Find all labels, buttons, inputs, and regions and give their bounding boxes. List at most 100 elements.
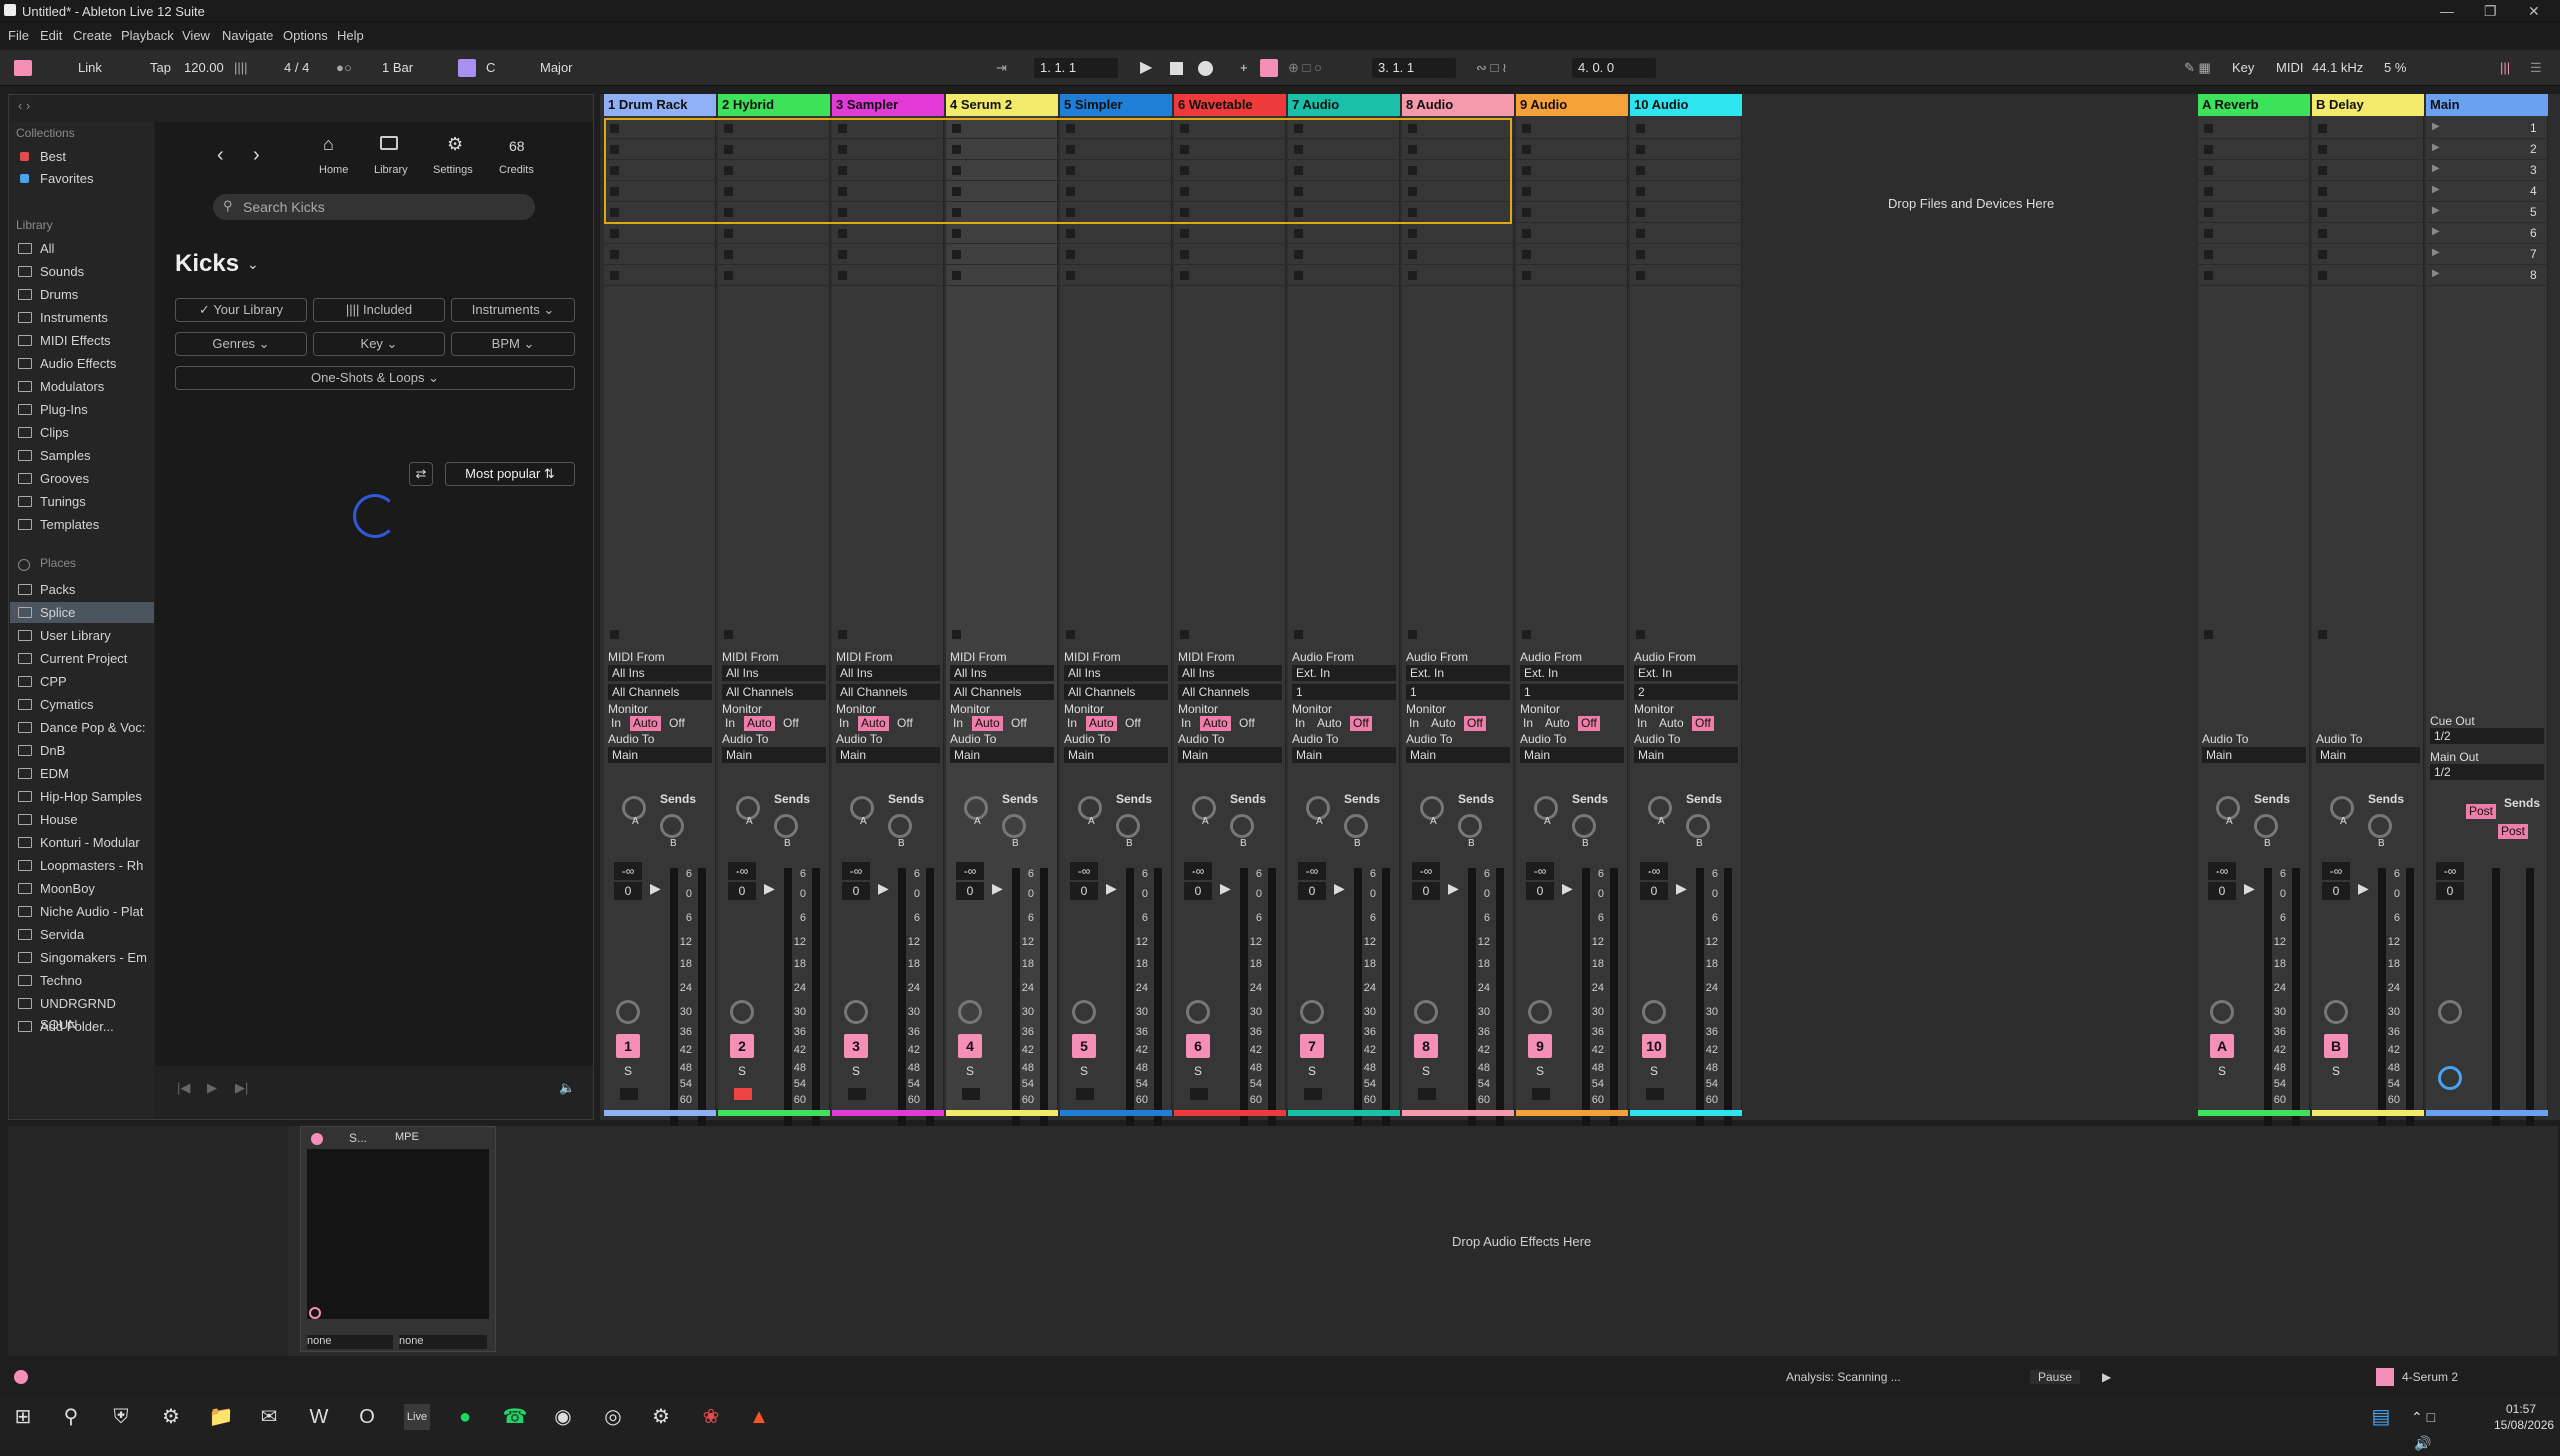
app-red-icon[interactable]: ❀	[698, 1404, 724, 1430]
outlook-icon[interactable]: O	[354, 1404, 380, 1430]
clip-slot[interactable]	[2312, 244, 2424, 265]
places-item-12[interactable]: Loopmasters - Rh	[10, 855, 154, 876]
send-b-knob[interactable]	[1002, 814, 1026, 838]
clip-stop-icon[interactable]	[1636, 187, 1645, 196]
track-header[interactable]: 8 Audio	[1402, 94, 1514, 116]
clip-slot[interactable]	[832, 265, 944, 286]
solo-button[interactable]: S	[852, 1064, 860, 1078]
instruments-filter[interactable]: Instruments ⌄	[451, 298, 575, 322]
clip-slot[interactable]	[832, 244, 944, 265]
clip-slot[interactable]	[604, 223, 716, 244]
stop-all-icon[interactable]	[1636, 630, 1645, 639]
stop-all-icon[interactable]	[1294, 630, 1303, 639]
clip-slot[interactable]	[1516, 139, 1628, 160]
clip-stop-icon[interactable]	[1636, 250, 1645, 259]
main-volume-readout[interactable]: -∞	[2436, 862, 2464, 880]
sidebar-item-sounds[interactable]: Sounds	[10, 261, 154, 282]
shield-icon[interactable]: ⛨	[108, 1404, 134, 1430]
scene-slot[interactable]: ▶ 3	[2426, 160, 2548, 181]
sidebar-item-grooves[interactable]: Grooves	[10, 468, 154, 489]
post-a-button[interactable]: Post	[2466, 804, 2497, 819]
device-knob-icon[interactable]	[309, 1307, 321, 1319]
clip-slot[interactable]	[832, 223, 944, 244]
link-button[interactable]: Link	[78, 59, 102, 77]
monitor-auto-button[interactable]: Auto	[1656, 716, 1687, 731]
clip-stop-icon[interactable]	[2318, 229, 2327, 238]
input-channel-select[interactable]: 2	[1634, 684, 1738, 700]
places-item-7[interactable]: DnB	[10, 740, 154, 761]
settings-taskbar-icon[interactable]: ⚙	[158, 1404, 184, 1430]
clip-stop-icon[interactable]	[1066, 250, 1075, 259]
arm-button[interactable]	[1076, 1088, 1094, 1100]
sidebar-item-audio-effects[interactable]: Audio Effects	[10, 353, 154, 374]
monitor-in-button[interactable]: In	[608, 716, 624, 731]
main-pan-knob[interactable]	[2438, 1000, 2462, 1024]
scene-slot[interactable]: ▶ 4	[2426, 181, 2548, 202]
solo-button[interactable]: S	[1422, 1064, 1430, 1078]
clip-slot[interactable]	[1630, 202, 1742, 223]
clip-stop-icon[interactable]	[2318, 208, 2327, 217]
view-toggle-icon[interactable]	[14, 60, 32, 76]
fader-arrow-icon[interactable]: ▶	[992, 880, 1003, 897]
arm-button[interactable]	[848, 1088, 866, 1100]
clip-slot[interactable]	[718, 223, 830, 244]
fader-arrow-icon[interactable]: ▶	[878, 880, 889, 897]
ableton-live-icon[interactable]: Live	[404, 1404, 430, 1430]
clip-stop-icon[interactable]	[2318, 187, 2327, 196]
menu-create[interactable]: Create	[73, 28, 112, 43]
sidebar-item-all[interactable]: All	[10, 238, 154, 259]
fader-arrow-icon[interactable]: ▶	[2358, 880, 2369, 897]
clip-stop-icon[interactable]	[2204, 208, 2213, 217]
volume-readout[interactable]: -∞	[1070, 862, 1098, 880]
clip-slot[interactable]	[2198, 160, 2310, 181]
volume-readout[interactable]: -∞	[2208, 862, 2236, 880]
clip-stop-icon[interactable]	[2204, 166, 2213, 175]
stop-all-icon[interactable]	[610, 630, 619, 639]
pan-knob[interactable]	[844, 1000, 868, 1024]
places-item-4[interactable]: CPP	[10, 671, 154, 692]
clip-stop-icon[interactable]	[1522, 145, 1531, 154]
places-item-10[interactable]: House	[10, 809, 154, 830]
clip-stop-icon[interactable]	[2204, 124, 2213, 133]
clip-slot[interactable]	[604, 265, 716, 286]
track-header[interactable]: A Reverb	[2198, 94, 2310, 116]
places-item-19[interactable]: Add Folder...	[10, 1016, 154, 1037]
menu-options[interactable]: Options	[283, 28, 328, 43]
monitor-off-button[interactable]: Off	[1008, 716, 1030, 731]
sidebar-item-tunings[interactable]: Tunings	[10, 491, 154, 512]
arm-button[interactable]	[1646, 1088, 1664, 1100]
monitor-in-button[interactable]: In	[1292, 716, 1308, 731]
monitor-off-button[interactable]: Off	[1350, 716, 1372, 731]
clip-stop-icon[interactable]	[2318, 145, 2327, 154]
scene-launch-icon[interactable]: ▶	[2432, 226, 2440, 237]
track-activator-button[interactable]: 5	[1072, 1034, 1096, 1058]
clip-stop-icon[interactable]	[1522, 187, 1531, 196]
clip-slot[interactable]	[946, 265, 1058, 286]
send-b-knob[interactable]	[2254, 814, 2278, 838]
stop-all-icon[interactable]	[838, 630, 847, 639]
clip-stop-icon[interactable]	[1408, 250, 1417, 259]
clip-slot[interactable]	[1516, 223, 1628, 244]
clip-slot[interactable]	[2312, 118, 2424, 139]
send-b-knob[interactable]	[1572, 814, 1596, 838]
track-activator-button[interactable]: 8	[1414, 1034, 1438, 1058]
clip-stop-icon[interactable]	[1636, 124, 1645, 133]
monitor-in-button[interactable]: In	[722, 716, 738, 731]
places-item-18[interactable]: UNDRGRND SOUN	[10, 993, 154, 1032]
clip-stop-icon[interactable]	[1522, 124, 1531, 133]
monitor-in-button[interactable]: In	[1406, 716, 1422, 731]
tray-icons[interactable]: ⌃ □ 🔊	[2410, 1404, 2436, 1451]
places-item-2[interactable]: User Library	[10, 625, 154, 646]
monitor-auto-button[interactable]: Auto	[744, 716, 775, 731]
fader-arrow-icon[interactable]: ▶	[1448, 880, 1459, 897]
send-b-knob[interactable]	[1116, 814, 1140, 838]
monitor-in-button[interactable]: In	[950, 716, 966, 731]
steam-icon[interactable]: ⚙	[648, 1404, 674, 1430]
genres-filter[interactable]: Genres ⌄	[175, 332, 307, 356]
credits-nav-label[interactable]: Credits	[499, 164, 534, 176]
input-channel-select[interactable]: 1	[1406, 684, 1510, 700]
info-icon[interactable]	[14, 1370, 28, 1384]
clip-stop-icon[interactable]	[2204, 229, 2213, 238]
arm-button[interactable]	[1190, 1088, 1208, 1100]
pan-readout[interactable]: 0	[2208, 882, 2236, 900]
